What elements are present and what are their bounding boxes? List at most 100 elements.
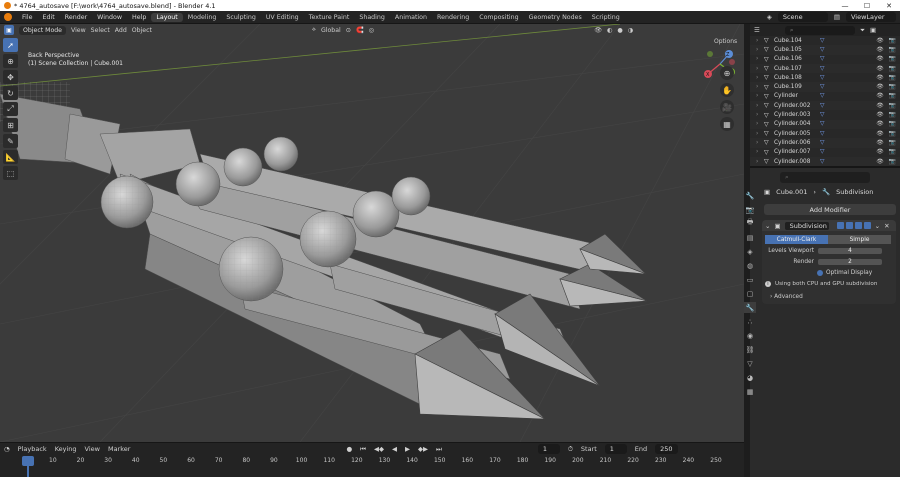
snap-icon[interactable]: 🧲: [356, 26, 364, 34]
camera-render-icon[interactable]: 📷: [889, 75, 896, 81]
camera-render-icon[interactable]: 📷: [889, 93, 896, 99]
outliner-item[interactable]: › ▽ Cylinder.006 ▽ 👁 📷: [750, 138, 900, 148]
expand-chevron-icon[interactable]: ›: [756, 47, 764, 53]
transform-tool-icon[interactable]: ⊞: [3, 118, 18, 132]
shading-solid-icon[interactable]: ●: [617, 27, 622, 34]
outliner-item[interactable]: › ▽ Cylinder ▽ 👁 📷: [750, 92, 900, 101]
options-menu[interactable]: Options: [714, 38, 737, 45]
minimize-button[interactable]: —: [834, 2, 856, 10]
expand-chevron-icon[interactable]: ›: [756, 112, 764, 118]
viewport-menu-object[interactable]: Object: [132, 27, 152, 34]
expand-chevron-icon[interactable]: ›: [756, 159, 764, 165]
viewport-menu-view[interactable]: View: [71, 27, 86, 34]
render-levels-field[interactable]: 2: [818, 259, 882, 265]
expand-chevron-icon[interactable]: ›: [756, 56, 764, 62]
expand-chevron-icon[interactable]: ›: [756, 140, 764, 146]
constraints-tab-icon[interactable]: ⛓: [744, 344, 756, 355]
move-tool-icon[interactable]: ✥: [3, 70, 18, 84]
timeline-menu-view[interactable]: View: [85, 445, 100, 453]
tab-texture-paint[interactable]: Texture Paint: [304, 13, 355, 22]
outliner-item[interactable]: › ▽ Cube.105 ▽ 👁 📷: [750, 45, 900, 55]
camera-render-icon[interactable]: 📷: [889, 47, 896, 53]
collection-tab-icon[interactable]: ▭: [744, 274, 756, 285]
modifier-name-field[interactable]: Subdivision: [784, 221, 829, 230]
viewport-menu-add[interactable]: Add: [115, 27, 127, 34]
scene-tab-icon[interactable]: ◈: [744, 246, 756, 257]
maximize-button[interactable]: ☐: [856, 2, 878, 10]
material-tab-icon[interactable]: ◕: [744, 372, 756, 383]
orientation-icon[interactable]: ⟡: [312, 26, 316, 34]
annotate-tool-icon[interactable]: ✎: [3, 134, 18, 148]
expand-chevron-icon[interactable]: ›: [756, 38, 764, 44]
remove-modifier-icon[interactable]: ✕: [884, 222, 889, 230]
outliner-item[interactable]: › ▽ Cylinder.004 ▽ 👁 📷: [750, 119, 900, 129]
data-tab-icon[interactable]: ▽: [744, 358, 756, 369]
eye-icon[interactable]: 👁: [876, 159, 883, 165]
physics-tab-icon[interactable]: ◉: [744, 330, 756, 341]
overlay-icon[interactable]: ◐: [607, 27, 612, 34]
visibility-icon[interactable]: 👁: [594, 26, 602, 34]
output-tab-icon[interactable]: 🖶: [744, 218, 756, 229]
grid-view-icon[interactable]: ▦: [720, 117, 734, 131]
eye-icon[interactable]: 👁: [876, 103, 883, 109]
prev-key-icon[interactable]: ◀◆: [374, 445, 384, 453]
camera-render-icon[interactable]: 📷: [889, 84, 896, 90]
outliner-item[interactable]: › ▽ Cylinder.003 ▽ 👁 📷: [750, 110, 900, 119]
tab-compositing[interactable]: Compositing: [474, 13, 523, 22]
next-key-icon[interactable]: ◆▶: [418, 445, 428, 453]
blender-menu-icon[interactable]: [4, 13, 12, 21]
tab-geometry-nodes[interactable]: Geometry Nodes: [524, 13, 587, 22]
select-tool-icon[interactable]: ➚: [3, 38, 18, 52]
camera-render-icon[interactable]: 📷: [889, 38, 896, 44]
eye-icon[interactable]: 👁: [876, 66, 883, 72]
menu-window[interactable]: Window: [92, 14, 127, 21]
eye-icon[interactable]: 👁: [876, 149, 883, 155]
levels-viewport-field[interactable]: 4: [818, 248, 882, 254]
outliner-item[interactable]: › ▽ Cube.107 ▽ 👁 📷: [750, 63, 900, 74]
edit-mode-toggle-icon[interactable]: [836, 222, 844, 229]
outliner-editor-icon[interactable]: ☰: [754, 26, 760, 34]
tab-uv-editing[interactable]: UV Editing: [261, 13, 304, 22]
expand-chevron-icon[interactable]: ›: [756, 66, 764, 72]
preview-range-icon[interactable]: ⏱: [568, 445, 573, 454]
camera-render-icon[interactable]: 📷: [889, 121, 896, 127]
dropdown-icon[interactable]: ⌄: [875, 222, 880, 230]
3d-viewport[interactable]: Z X Y ▣ Object Mode View Select Add Obje…: [0, 24, 744, 442]
world-tab-icon[interactable]: ◍: [744, 260, 756, 271]
eye-icon[interactable]: 👁: [876, 56, 883, 62]
play-reverse-icon[interactable]: ◀: [392, 445, 397, 453]
eye-icon[interactable]: 👁: [876, 47, 883, 53]
expand-chevron-icon[interactable]: ›: [756, 131, 764, 137]
outliner-item[interactable]: › ▽ Cylinder.007 ▽ 👁 📷: [750, 148, 900, 157]
add-modifier-button[interactable]: Add Modifier: [764, 204, 896, 215]
object-tab-icon[interactable]: ▢: [744, 288, 756, 299]
jump-end-icon[interactable]: ⏭: [436, 445, 442, 454]
new-collection-icon[interactable]: ▣: [870, 26, 876, 34]
modifier-tab-icon[interactable]: 🔧: [744, 302, 756, 313]
filter-icon[interactable]: ⏷: [860, 26, 865, 35]
cursor-tool-icon[interactable]: ⊕: [3, 54, 18, 68]
advanced-subpanel[interactable]: › Advanced: [770, 294, 896, 300]
play-icon[interactable]: ▶: [405, 445, 410, 453]
camera-icon[interactable]: 🎥: [720, 100, 734, 114]
timeline-menu-marker[interactable]: Marker: [108, 445, 130, 453]
viewlayer-selector[interactable]: ViewLayer: [846, 12, 896, 22]
record-icon[interactable]: ●: [346, 445, 352, 453]
current-frame-field[interactable]: 1: [537, 444, 560, 454]
shading-material-icon[interactable]: ◑: [628, 27, 633, 34]
optimal-display-checkbox[interactable]: Optimal Display: [817, 270, 896, 276]
outliner-search-input[interactable]: ⌕: [784, 25, 855, 35]
properties-search-input[interactable]: ⌕: [780, 172, 870, 183]
timeline-ruler[interactable]: 10 20 30 40 50 60 70 80 90 100 110 120 130 140 150 160 1…: [0, 457, 744, 469]
measure-tool-icon[interactable]: 📐: [3, 150, 18, 164]
pan-hand-icon[interactable]: ✋: [720, 83, 734, 97]
outliner-item[interactable]: › ▽ Cylinder.002 ▽ 👁 📷: [750, 101, 900, 111]
viewport-menu-select[interactable]: Select: [91, 27, 110, 34]
eye-icon[interactable]: 👁: [876, 93, 883, 99]
jump-start-icon[interactable]: ⏮: [360, 445, 366, 454]
catmull-clark-button[interactable]: Catmull-Clark: [765, 235, 828, 244]
camera-render-icon[interactable]: 📷: [889, 149, 896, 155]
particles-tab-icon[interactable]: ∴: [744, 316, 756, 327]
menu-render[interactable]: Render: [60, 14, 92, 21]
outliner-item[interactable]: › ▽ Cylinder.005 ▽ 👁 📷: [750, 129, 900, 138]
